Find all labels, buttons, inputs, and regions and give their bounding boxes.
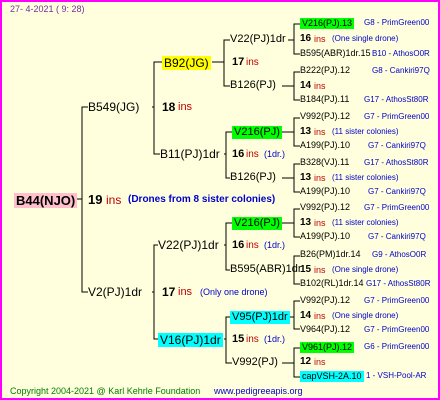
gen4-node[interactable]: V992(PJ).12 xyxy=(300,112,350,121)
gen4-ins-count: 12 xyxy=(300,356,312,367)
gen1-ins-count: 18 xyxy=(162,100,176,114)
gen4-note: (One single drone) xyxy=(332,34,399,43)
gen4-node[interactable]: A199(PJ).10 xyxy=(300,187,350,196)
gen3-node[interactable]: B126(PJ) xyxy=(230,172,276,183)
gen4-line: G9 - AthosO0R xyxy=(372,250,427,259)
gen2-node[interactable]: V16(PJ)1dr xyxy=(158,333,223,347)
gen4-line: G17 - AthosSt80R xyxy=(366,279,431,288)
gen4-node[interactable]: A199(PJ).10 xyxy=(300,232,350,241)
gen4-line: G8 - Cankiri97Q xyxy=(372,66,430,75)
gen4-ins-label: ins xyxy=(314,265,326,275)
gen4-ins-count: 15 xyxy=(300,264,312,275)
gen1-node[interactable]: V2(PJ)1dr xyxy=(88,286,142,298)
gen4-line: G7 - PrimGreen00 xyxy=(364,296,430,305)
root-ins-count: 19 xyxy=(88,192,103,207)
gen4-line: B10 - AthosO0R xyxy=(372,49,430,58)
gen4-ins-label: ins xyxy=(314,218,326,228)
gen4-line: 1 - VSH-Pool-AR xyxy=(366,371,427,380)
gen4-node[interactable]: B595(ABR)1dr.15 xyxy=(300,49,371,58)
gen2-ins-label: ins xyxy=(246,334,259,345)
gen4-ins-label: ins xyxy=(314,357,326,367)
gen2-note: (1dr.) xyxy=(264,240,286,250)
gen4-node[interactable]: capVSH-2A.10 xyxy=(300,371,364,382)
header-date: 27- 4-2021 ( 9: 28) xyxy=(10,4,85,14)
gen4-line: G7 - PrimGreen00 xyxy=(364,203,430,212)
gen2-note: (1dr.) xyxy=(264,149,286,159)
gen4-node[interactable]: B102(RL)1dr.14 xyxy=(300,279,364,288)
gen4-node[interactable]: V964(PJ).12 xyxy=(300,325,350,334)
root-note: (Drones from 8 sister colonies) xyxy=(128,194,276,205)
gen3-node[interactable]: B126(PJ) xyxy=(230,80,276,91)
gen4-ins-count: 13 xyxy=(300,217,312,228)
gen1-note: (Only one drone) xyxy=(200,287,268,297)
gen1-ins-label: ins xyxy=(178,101,193,113)
gen4-line: G7 - Cankiri97Q xyxy=(368,141,426,150)
gen1-ins-count: 17 xyxy=(162,285,176,299)
gen4-node[interactable]: B26(PM)1dr.14 xyxy=(300,250,361,259)
footer-copyright: Copyright 2004-2021 @ Karl Kehrle Founda… xyxy=(10,386,201,396)
gen4-node[interactable]: V992(PJ).12 xyxy=(300,203,350,212)
gen4-note: (11 sister colonies) xyxy=(332,127,399,136)
gen4-ins-count: 13 xyxy=(300,126,312,137)
gen2-ins-count: 17 xyxy=(232,56,245,68)
gen4-node[interactable]: B222(PJ).12 xyxy=(300,66,350,75)
gen4-node[interactable]: V216(PJ).13 xyxy=(300,18,355,29)
gen4-ins-label: ins xyxy=(314,34,326,44)
gen1-ins-label: ins xyxy=(178,286,193,298)
gen3-node[interactable]: V22(PJ)1dr xyxy=(230,34,286,45)
gen2-node[interactable]: B92(JG) xyxy=(162,56,211,70)
root-node[interactable]: B44(NJO) xyxy=(14,193,78,208)
gen4-line: G17 - AthosSt80R xyxy=(364,158,429,167)
gen4-ins-label: ins xyxy=(314,311,326,321)
gen4-ins-count: 13 xyxy=(300,172,312,183)
gen4-node[interactable]: B328(VJ).11 xyxy=(300,158,349,167)
pedigree-frame: 27- 4-2021 ( 9: 28) Copyright 2004-2021 … xyxy=(0,0,440,400)
gen4-ins-label: ins xyxy=(314,81,326,91)
gen2-ins-count: 16 xyxy=(232,148,245,160)
gen1-node[interactable]: B549(JG) xyxy=(88,101,139,113)
gen4-ins-label: ins xyxy=(314,173,326,183)
gen4-node[interactable]: B184(PJ).11 xyxy=(300,95,349,104)
gen2-node[interactable]: B11(PJ)1dr xyxy=(160,148,220,160)
gen4-node[interactable]: A199(PJ).10 xyxy=(300,141,350,150)
gen4-line: G17 - AthosSt80R xyxy=(364,95,429,104)
gen4-line: G6 - PrimGreen00 xyxy=(364,342,430,351)
gen4-ins-count: 14 xyxy=(300,80,312,91)
gen4-line: G7 - PrimGreen00 xyxy=(364,325,430,334)
footer-website[interactable]: www.pedigreeapis.org xyxy=(214,387,303,396)
gen4-node[interactable]: V992(PJ).12 xyxy=(300,296,350,305)
gen4-note: (One single drone) xyxy=(332,311,399,320)
gen4-note: (11 sister colonies) xyxy=(332,173,399,182)
gen4-line: G7 - Cankiri97Q xyxy=(368,232,426,241)
gen2-ins-label: ins xyxy=(246,57,259,68)
gen4-line: G8 - PrimGreen00 xyxy=(364,18,430,27)
gen4-note: (One single drone) xyxy=(332,265,399,274)
gen2-ins-count: 15 xyxy=(232,333,245,345)
gen4-node[interactable]: V961(PJ).12 xyxy=(300,342,355,353)
gen2-note: (1dr.) xyxy=(264,334,286,344)
root-ins-label: ins xyxy=(106,193,122,207)
gen3-node[interactable]: V216(PJ) xyxy=(232,126,282,139)
gen3-node[interactable]: B595(ABR)1dr xyxy=(230,264,302,275)
gen4-ins-label: ins xyxy=(314,127,326,137)
gen4-note: (11 sister colonies) xyxy=(332,218,399,227)
gen4-ins-count: 16 xyxy=(300,33,312,44)
gen2-ins-label: ins xyxy=(246,149,259,160)
gen3-node[interactable]: V992(PJ) xyxy=(232,357,278,368)
gen4-line: G7 - PrimGreen00 xyxy=(364,112,430,121)
gen3-node[interactable]: V95(PJ)1dr xyxy=(230,311,290,324)
gen2-ins-label: ins xyxy=(246,240,259,251)
gen4-line: G7 - Cankiri97Q xyxy=(368,187,426,196)
gen4-ins-count: 14 xyxy=(300,310,312,321)
gen2-node[interactable]: V22(PJ)1dr xyxy=(158,239,219,251)
gen3-node[interactable]: V216(PJ) xyxy=(232,217,282,230)
gen2-ins-count: 16 xyxy=(232,239,245,251)
